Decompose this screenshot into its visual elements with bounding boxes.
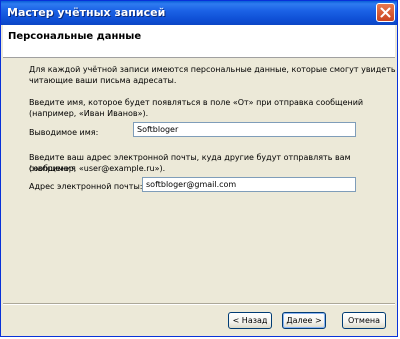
close-button[interactable] (376, 3, 395, 22)
cancel-button[interactable]: Отмена (342, 312, 386, 329)
close-icon (380, 7, 391, 18)
email-address-field[interactable]: softbloger@gmail.com (142, 177, 356, 192)
wizard-window: Мастер учётных записей Персональные данн… (0, 0, 398, 337)
footer-divider (3, 303, 395, 305)
page-title: Персональные данные (8, 31, 142, 42)
title-bar[interactable]: Мастер учётных записей (1, 1, 397, 25)
name-instructions-line2: (например, «Иван Иванов»). (29, 109, 149, 118)
intro-text-line1: Для каждой учётной записи имеются персон… (29, 65, 396, 74)
email-address-label: Адрес электронной почты: (29, 182, 143, 191)
display-name-field[interactable]: Softbloger (133, 122, 356, 137)
header-panel: Персональные данные (3, 25, 395, 58)
name-instructions-line1: Введите имя, которое будет появляться в … (29, 98, 364, 107)
back-button[interactable]: < Назад (228, 312, 272, 329)
email-instructions-line2: (например, «user@example.ru»). (29, 164, 166, 173)
display-name-label: Выводимое имя: (29, 128, 99, 137)
window-title: Мастер учётных записей (7, 6, 166, 19)
next-button[interactable]: Далее > (282, 312, 326, 329)
intro-text-line2: читающие ваши письма адресаты. (29, 76, 177, 85)
